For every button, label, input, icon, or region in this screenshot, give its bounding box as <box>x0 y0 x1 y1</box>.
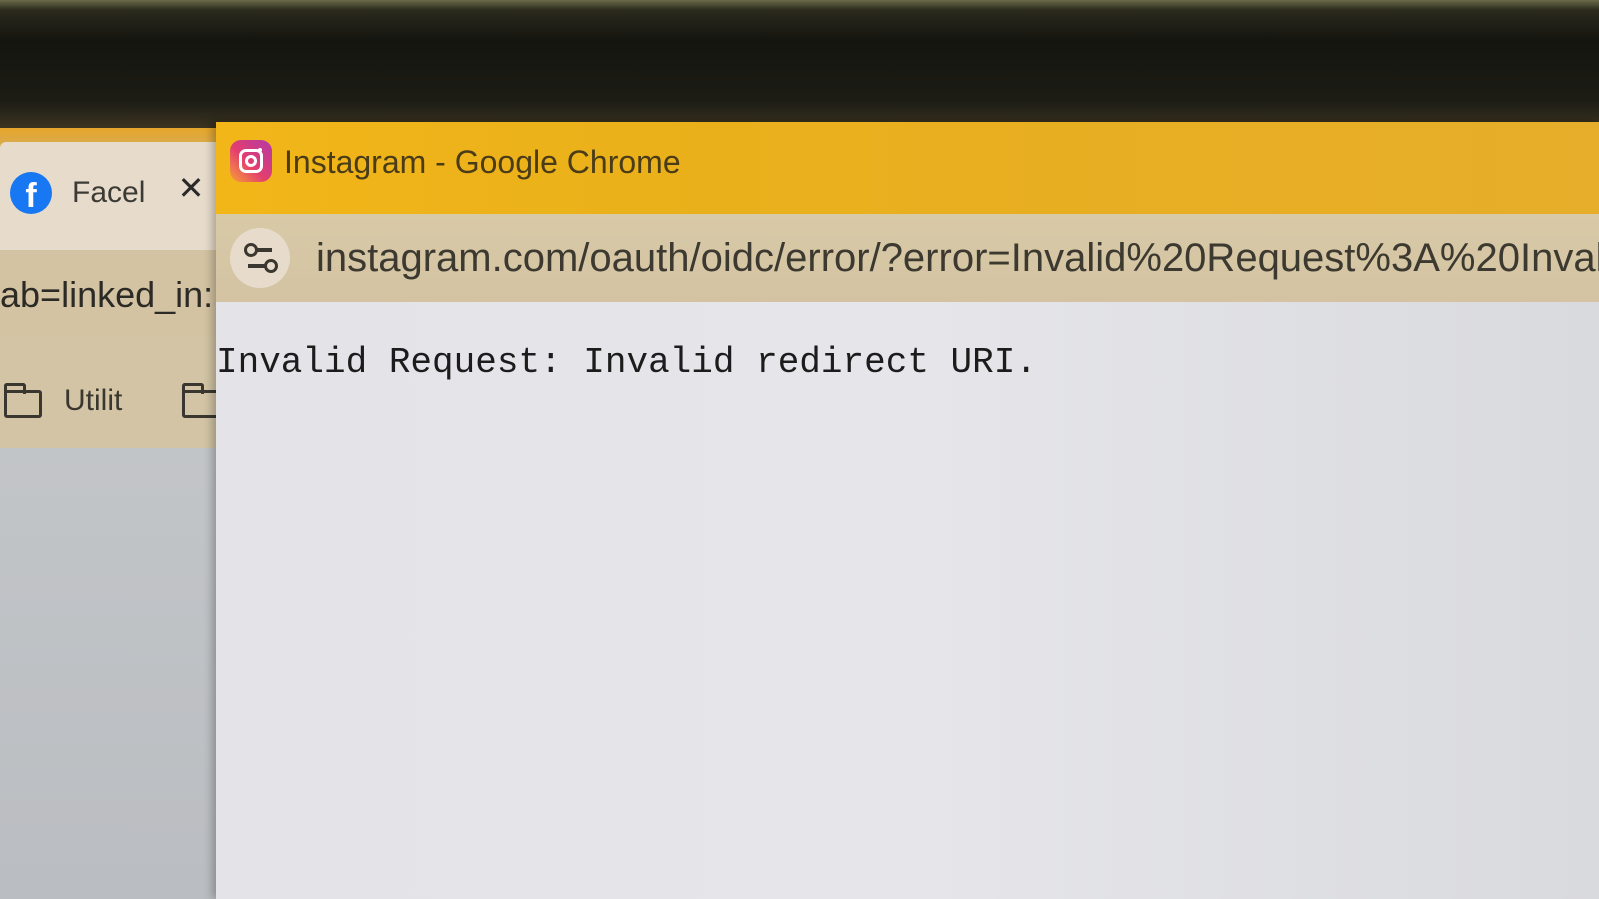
error-message: Invalid Request: Invalid redirect URI. <box>216 342 1037 383</box>
folder-icon <box>4 383 42 418</box>
page-content: Invalid Request: Invalid redirect URI. <box>216 302 1599 899</box>
chrome-popup-window[interactable]: Instagram - Google Chrome instagram.com/… <box>216 122 1599 899</box>
facebook-icon: f <box>10 172 52 214</box>
instagram-icon <box>230 140 272 182</box>
folder-icon <box>182 383 220 418</box>
background-browser-window[interactable]: f Facel ✕ ab=linked_in: Utilit <box>0 128 222 899</box>
bookmark-label: Utilit <box>64 384 123 417</box>
tune-icon[interactable] <box>230 228 290 288</box>
tab-title: Facel <box>72 176 144 209</box>
bookmarks-bar: Utilit <box>0 336 222 448</box>
url-text[interactable]: instagram.com/oauth/oidc/error/?error=In… <box>316 236 1599 281</box>
close-icon[interactable]: ✕ <box>176 170 206 206</box>
tab-facebook[interactable]: f Facel ✕ <box>0 142 222 250</box>
background-address-bar[interactable]: ab=linked_in: <box>0 250 222 336</box>
background-url-text: ab=linked_in: <box>0 274 214 315</box>
address-bar[interactable]: instagram.com/oauth/oidc/error/?error=In… <box>216 214 1599 302</box>
background-tab-strip: f Facel ✕ <box>0 128 222 250</box>
monitor-bezel <box>0 0 1599 128</box>
background-page-content <box>0 448 222 899</box>
window-titlebar[interactable]: Instagram - Google Chrome <box>216 122 1599 214</box>
window-title: Instagram - Google Chrome <box>284 144 681 180</box>
